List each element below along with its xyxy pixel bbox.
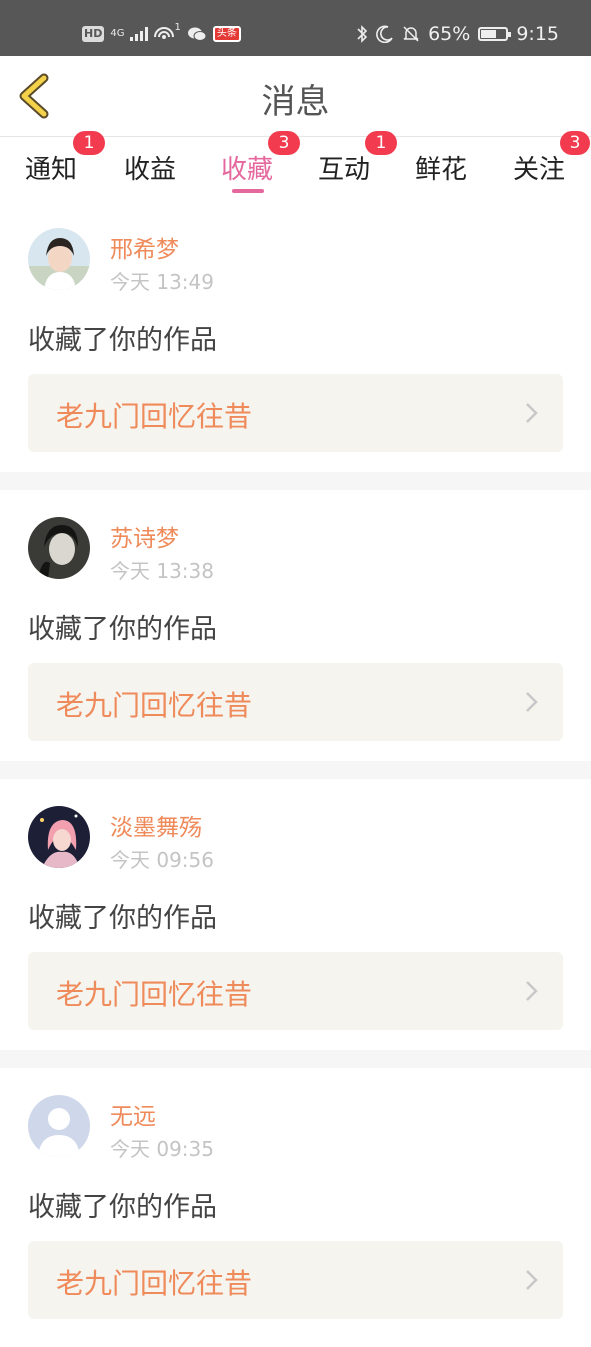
default-avatar-icon	[28, 1095, 90, 1157]
battery-percent: 65%	[428, 23, 471, 45]
signal-icon	[130, 27, 149, 41]
work-title: 老九门回忆往昔	[56, 978, 253, 1011]
hotspot-icon	[154, 27, 175, 39]
top-app-bar: 消息	[0, 56, 591, 137]
active-tab-indicator	[232, 189, 264, 193]
user-name[interactable]: 苏诗梦	[110, 519, 179, 553]
action-text: 收藏了你的作品	[28, 1192, 217, 1223]
work-link[interactable]: 老九门回忆往昔	[28, 374, 563, 452]
chevron-right-icon	[526, 403, 538, 423]
avatar[interactable]	[28, 806, 90, 868]
chevron-right-icon	[526, 981, 538, 1001]
action-text: 收藏了你的作品	[28, 325, 217, 356]
bell-off-icon	[403, 26, 419, 42]
status-right: 65% 9:15	[356, 22, 559, 46]
avatar[interactable]	[28, 1095, 90, 1157]
avatar[interactable]	[28, 517, 90, 579]
timestamp: 今天 09:35	[110, 1137, 214, 1161]
timestamp: 今天 13:49	[110, 270, 214, 294]
tab-badge-follows: 3	[560, 131, 590, 155]
work-link[interactable]: 老九门回忆往昔	[28, 663, 563, 741]
work-link[interactable]: 老九门回忆往昔	[28, 1241, 563, 1319]
page-title: 消息	[261, 82, 330, 122]
timestamp: 今天 09:56	[110, 848, 214, 872]
avatar[interactable]	[28, 228, 90, 290]
divider	[0, 472, 591, 490]
divider	[0, 761, 591, 779]
work-title: 老九门回忆往昔	[56, 689, 253, 722]
battery-level	[481, 30, 497, 38]
tab-notifications[interactable]: 通知	[11, 149, 91, 186]
status-time: 9:15	[516, 23, 559, 45]
work-link[interactable]: 老九门回忆往昔	[28, 952, 563, 1030]
timestamp: 今天 13:38	[110, 559, 214, 583]
moon-icon	[376, 25, 393, 43]
status-bar: HD 4G 1 头条 65% 9:15	[0, 0, 591, 56]
wechat-icon	[187, 27, 207, 41]
tab-favorites[interactable]: 收藏	[207, 149, 287, 186]
user-name[interactable]: 邢希梦	[110, 230, 179, 264]
action-text: 收藏了你的作品	[28, 614, 217, 645]
divider	[0, 1050, 591, 1068]
list-item: 邢希梦 今天 13:49 收藏了你的作品 老九门回忆往昔	[0, 210, 591, 480]
list-item: 无远 今天 09:35 收藏了你的作品 老九门回忆往昔	[0, 1077, 591, 1347]
work-title: 老九门回忆往昔	[56, 1267, 253, 1300]
tab-badge-interactions: 1	[365, 131, 397, 155]
tab-flowers[interactable]: 鲜花	[401, 149, 481, 186]
tab-earnings[interactable]: 收益	[110, 149, 190, 186]
tab-follows[interactable]: 关注	[499, 149, 579, 186]
status-left: HD 4G 1 头条	[82, 22, 241, 46]
work-title: 老九门回忆往昔	[56, 400, 253, 433]
list-item: 淡墨舞殇 今天 09:56 收藏了你的作品 老九门回忆往昔	[0, 788, 591, 1058]
hotspot-count: 1	[174, 22, 181, 33]
user-name[interactable]: 无远	[110, 1097, 156, 1131]
bluetooth-icon	[357, 25, 368, 43]
tab-badge-notifications: 1	[73, 131, 105, 155]
hd-icon: HD	[82, 26, 105, 42]
app-icon: 头条	[212, 26, 241, 42]
list-item: 苏诗梦 今天 13:38 收藏了你的作品 老九门回忆往昔	[0, 499, 591, 769]
battery-icon	[478, 27, 512, 41]
tab-badge-favorites: 3	[268, 131, 300, 155]
action-text: 收藏了你的作品	[28, 903, 217, 934]
chevron-right-icon	[526, 692, 538, 712]
network-type: 4G	[110, 28, 125, 39]
tab-interactions[interactable]: 互动	[304, 149, 384, 186]
user-name[interactable]: 淡墨舞殇	[110, 808, 202, 842]
chevron-right-icon	[526, 1270, 538, 1290]
